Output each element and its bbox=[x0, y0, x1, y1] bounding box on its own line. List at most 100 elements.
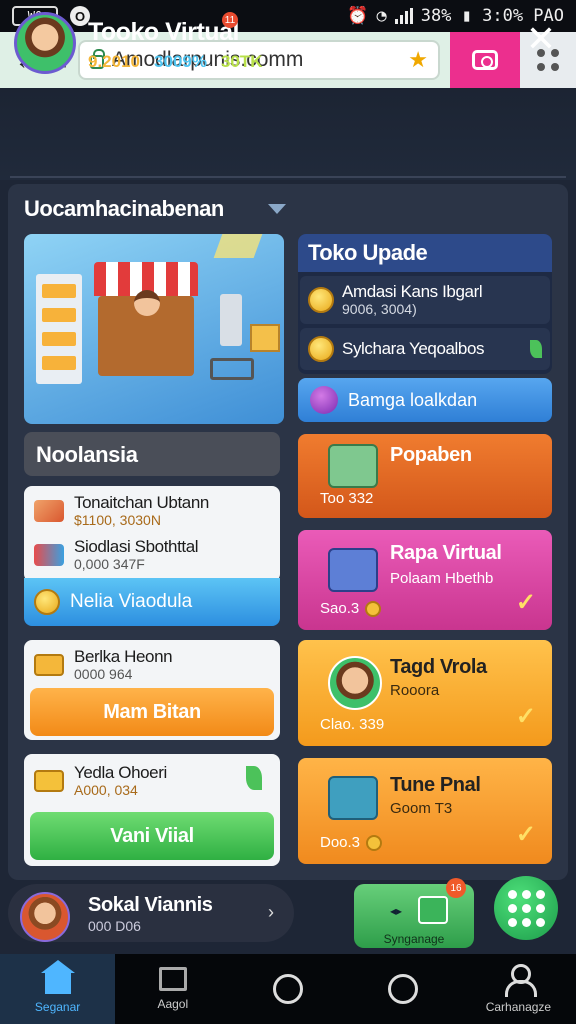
shopkeeper-illustration bbox=[134, 290, 160, 316]
profile-name: Sokal Viannis bbox=[88, 894, 213, 916]
page-title: Tooko Virtual bbox=[88, 18, 239, 46]
signal-icon bbox=[394, 8, 413, 24]
crate-icon bbox=[34, 770, 64, 793]
coin-icon bbox=[308, 336, 334, 362]
toko-card-title: Toko Upade bbox=[298, 234, 552, 272]
tool-icon bbox=[34, 544, 64, 567]
coin-icon bbox=[365, 600, 382, 617]
nav-store-label: Aagol bbox=[157, 997, 189, 1011]
offer-3-price: Clao. 339 bbox=[320, 716, 384, 733]
toko-action-label: Bamga loalkdan bbox=[348, 389, 478, 410]
box-icon bbox=[34, 654, 64, 677]
currency-stats: 9.2010 3009% 30TK bbox=[88, 52, 263, 72]
store-header bbox=[0, 88, 576, 180]
offer-card-1[interactable]: Popaben Too 332 bbox=[298, 434, 552, 518]
offer-3-title: Tagd Vrola bbox=[390, 656, 487, 678]
gold-stat: 9.2010 bbox=[88, 52, 140, 71]
offer-1-price-text: Too 332 bbox=[320, 490, 374, 507]
offer-3-sub: Rooora bbox=[390, 682, 440, 699]
user-avatar[interactable] bbox=[14, 12, 76, 74]
toko-row-2-title: Sylchara Yeqoalbos bbox=[342, 339, 485, 358]
check-icon: ✓ bbox=[515, 589, 536, 616]
task-item-2-sub: 0,000 347F bbox=[74, 555, 145, 572]
dropdown-caret-icon[interactable] bbox=[268, 204, 286, 214]
section-title: Uocamhacinabenan bbox=[24, 196, 224, 221]
offer-card-2[interactable]: Rapa Virtual Polaam Hbethb Sao.3 ✓ bbox=[298, 530, 552, 630]
store-icon bbox=[158, 967, 187, 991]
offer-4-price-text: Doo.3 bbox=[320, 834, 361, 851]
task-item-1[interactable]: Tonaitchan Ubtann $1100, 3030N bbox=[34, 493, 209, 528]
sync-badge: 16 bbox=[446, 878, 466, 898]
shelf-illustration bbox=[36, 274, 82, 384]
toko-row-1[interactable]: Amdasi Kans Ibgarl 9006, 3004) bbox=[300, 276, 550, 324]
home-icon bbox=[40, 960, 75, 994]
nav-store[interactable]: Aagol bbox=[115, 954, 230, 1024]
leaf-icon bbox=[246, 766, 262, 790]
coin-icon bbox=[366, 834, 383, 851]
toko-action-button[interactable]: Bamga loalkdan bbox=[298, 378, 552, 422]
offer-4-price: Doo.3 bbox=[320, 834, 383, 851]
profile-sub: 000 D06 bbox=[88, 918, 141, 934]
task-item-1-sub: $1100, 3030N bbox=[74, 511, 161, 528]
notification-badge: 11 bbox=[222, 12, 238, 28]
cart-illustration bbox=[210, 358, 254, 380]
menu-fab[interactable] bbox=[494, 876, 558, 940]
coin-icon bbox=[34, 589, 60, 615]
camera-button[interactable] bbox=[450, 32, 520, 88]
circle-icon bbox=[273, 974, 303, 1004]
map-icon bbox=[418, 896, 448, 924]
buy-button-b[interactable]: Mam Bitan bbox=[30, 688, 274, 736]
product-c-title: Yedla Ohoeri bbox=[74, 763, 167, 782]
browser-toolbar: ← ⋮ Amodlarpunis.comm ★ bbox=[0, 32, 576, 88]
alarm-icon: ⏰ bbox=[347, 6, 369, 26]
status-bar: W0 O ⏰ ◔ 38% ▮ 3:0% PAO bbox=[0, 0, 576, 32]
task-item-2[interactable]: Siodlasi Sbothttal 0,000 347F bbox=[34, 537, 199, 572]
nav-home[interactable]: Seganar bbox=[0, 954, 116, 1024]
offer-2-price: Sao.3 bbox=[320, 600, 382, 617]
crate-illustration bbox=[250, 324, 280, 352]
store-illustration[interactable] bbox=[24, 234, 284, 424]
task-item-2-title: Siodlasi Sbothttal bbox=[74, 537, 199, 556]
nav-profile[interactable]: Carhanagze bbox=[461, 954, 576, 1024]
product-c-info: Yedla Ohoeri A000, 034 bbox=[34, 763, 167, 798]
cyan-action-button[interactable]: Nelia Viaodula bbox=[24, 578, 280, 626]
offer-3-price-text: Clao. 339 bbox=[320, 716, 385, 733]
user-icon bbox=[503, 964, 538, 997]
cyan-action-label: Nelia Viaodula bbox=[70, 591, 193, 612]
product-b-info: Berlka Heonn 0000 964 bbox=[34, 647, 173, 682]
atm-illustration bbox=[220, 294, 242, 346]
check-icon: ✓ bbox=[515, 821, 536, 848]
chest-icon bbox=[328, 548, 378, 592]
offer-4-sub: Goom T3 bbox=[390, 800, 453, 817]
camera-icon bbox=[472, 50, 498, 70]
bandage-icon bbox=[34, 500, 64, 523]
buy-button-c[interactable]: Vani Viial bbox=[30, 812, 274, 860]
sync-label: Synganage bbox=[383, 932, 445, 946]
offer-2-title: Rapa Virtual bbox=[390, 542, 502, 564]
nav-profile-label: Carhanagze bbox=[485, 1000, 552, 1014]
bookmark-star-icon[interactable]: ★ bbox=[408, 47, 428, 73]
close-icon[interactable]: ✕ bbox=[524, 21, 558, 57]
left-section-header: Noolansia bbox=[24, 432, 280, 476]
offer-card-3[interactable]: Tagd Vrola Rooora Clao. 339 ✓ bbox=[298, 640, 552, 746]
task-item-1-title: Tonaitchan Ubtann bbox=[74, 493, 209, 512]
cash-icon bbox=[328, 444, 378, 488]
gem-stat: 3009% bbox=[154, 52, 207, 71]
product-c-sub: A000, 034 bbox=[74, 781, 138, 798]
nav-circle-1[interactable] bbox=[230, 954, 345, 1024]
nav-home-label: Seganar bbox=[34, 1000, 81, 1014]
offer-4-title: Tune Pnal bbox=[390, 774, 481, 796]
offer-card-4[interactable]: Tune Pnal Goom T3 Doo.3 ✓ bbox=[298, 758, 552, 864]
stack-icon bbox=[328, 776, 378, 820]
profile-avatar[interactable] bbox=[20, 892, 70, 942]
check-icon: ✓ bbox=[515, 703, 536, 730]
sync-arrows-icon: ◂▸ bbox=[390, 904, 403, 918]
toko-row-2[interactable]: Sylchara Yeqoalbos bbox=[300, 328, 550, 370]
chevron-right-icon[interactable]: › bbox=[268, 902, 274, 923]
nav-circle-2[interactable] bbox=[346, 954, 461, 1024]
bottom-nav: Seganar Aagol Carhanagze bbox=[0, 954, 576, 1024]
offer-1-price: Too 332 bbox=[320, 490, 373, 507]
offer-2-sub: Polaam Hbethb bbox=[390, 570, 494, 587]
wifi-icon: ◔ bbox=[376, 6, 387, 26]
energy-stat: 30TK bbox=[220, 52, 263, 71]
